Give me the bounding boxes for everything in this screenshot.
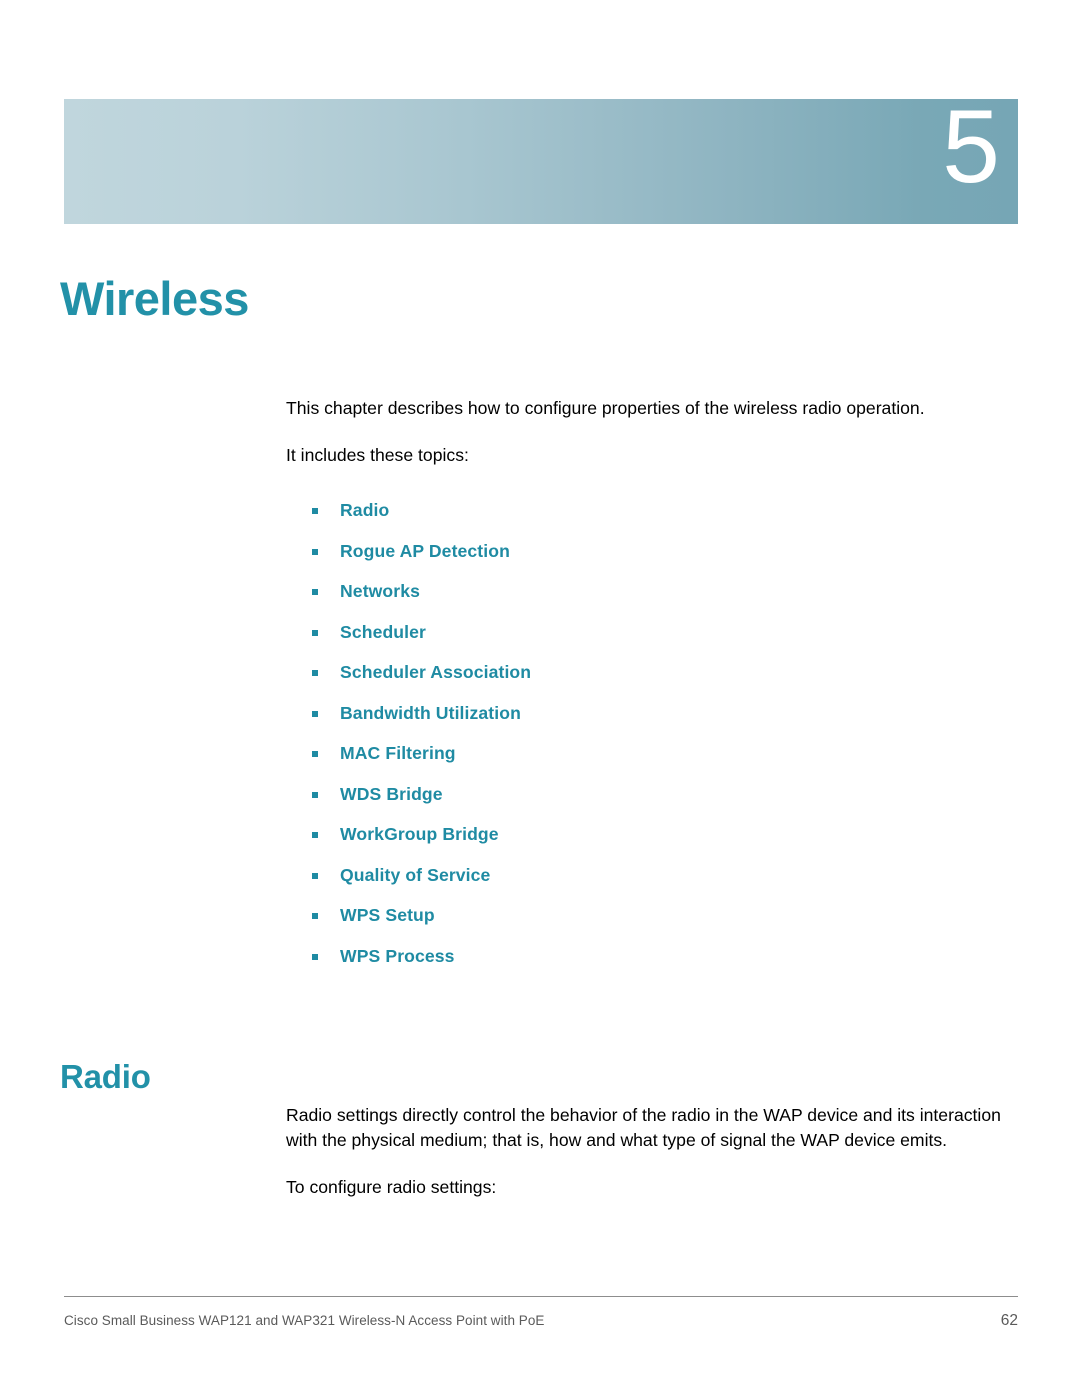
bullet-square-icon <box>312 913 318 919</box>
list-item[interactable]: WPS Setup <box>310 895 1050 936</box>
bullet-square-icon <box>312 710 318 717</box>
bullet-square-icon <box>312 629 318 636</box>
chapter-number: 5 <box>942 89 1000 205</box>
topic-link-scheduler-association[interactable]: Scheduler Association <box>340 662 531 682</box>
list-item[interactable]: Scheduler Association <box>310 652 1050 693</box>
topic-link-workgroup-bridge[interactable]: WorkGroup Bridge <box>340 824 499 844</box>
intro-content: This chapter describes how to configure … <box>286 396 1026 976</box>
bullet-square-icon <box>312 791 318 798</box>
chapter-banner: 5 <box>64 95 1018 224</box>
list-item[interactable]: Rogue AP Detection <box>310 531 1050 572</box>
footer-product-name: Cisco Small Business WAP121 and WAP321 W… <box>64 1313 545 1328</box>
topic-link-radio[interactable]: Radio <box>340 500 389 520</box>
footer-row: Cisco Small Business WAP121 and WAP321 W… <box>64 1312 1018 1330</box>
bullet-square-icon <box>312 670 318 676</box>
topic-link-wps-setup[interactable]: WPS Setup <box>340 905 435 925</box>
bullet-square-icon <box>312 953 318 960</box>
intro-paragraph-1: This chapter describes how to configure … <box>286 398 925 418</box>
list-item[interactable]: WPS Process <box>310 936 1050 977</box>
topic-link-scheduler[interactable]: Scheduler <box>340 622 426 642</box>
section-heading-radio: Radio <box>60 1058 151 1096</box>
bullet-square-icon <box>312 872 318 879</box>
section-paragraph-2: To configure radio settings: <box>286 1177 497 1197</box>
list-item[interactable]: Radio <box>310 490 1050 531</box>
bullet-square-icon <box>312 548 318 555</box>
topic-link-rogue-ap-detection[interactable]: Rogue AP Detection <box>340 541 510 561</box>
bullet-square-icon <box>312 589 318 595</box>
topic-link-wds-bridge[interactable]: WDS Bridge <box>340 784 443 804</box>
topic-link-bandwidth-utilization[interactable]: Bandwidth Utilization <box>340 703 521 723</box>
list-item[interactable]: Bandwidth Utilization <box>310 693 1050 734</box>
page-footer: Cisco Small Business WAP121 and WAP321 W… <box>64 1296 1018 1330</box>
list-item[interactable]: WDS Bridge <box>310 774 1050 815</box>
list-item[interactable]: MAC Filtering <box>310 733 1050 774</box>
section-body-radio: Radio settings directly control the beha… <box>286 1103 1034 1200</box>
section-paragraph-1: Radio settings directly control the beha… <box>286 1105 1001 1150</box>
footer-divider <box>64 1296 1018 1297</box>
chapter-title: Wireless <box>60 272 249 326</box>
footer-page-number: 62 <box>1000 1312 1018 1329</box>
topic-link-quality-of-service[interactable]: Quality of Service <box>340 865 490 885</box>
list-item[interactable]: Scheduler <box>310 612 1050 653</box>
intro-paragraph-2: It includes these topics: <box>286 445 469 465</box>
topic-list: Radio Rogue AP Detection Networks Schedu… <box>310 490 1050 976</box>
list-item[interactable]: Quality of Service <box>310 855 1050 896</box>
bullet-square-icon <box>312 832 318 838</box>
topic-link-mac-filtering[interactable]: MAC Filtering <box>340 743 456 763</box>
topic-link-wps-process[interactable]: WPS Process <box>340 946 455 966</box>
list-item[interactable]: Networks <box>310 571 1050 612</box>
document-page: 5 Wireless This chapter describes how to… <box>0 0 1080 1397</box>
topic-link-networks[interactable]: Networks <box>340 581 420 601</box>
list-item[interactable]: WorkGroup Bridge <box>310 814 1050 855</box>
bullet-square-icon <box>312 508 318 514</box>
bullet-square-icon <box>312 751 318 757</box>
